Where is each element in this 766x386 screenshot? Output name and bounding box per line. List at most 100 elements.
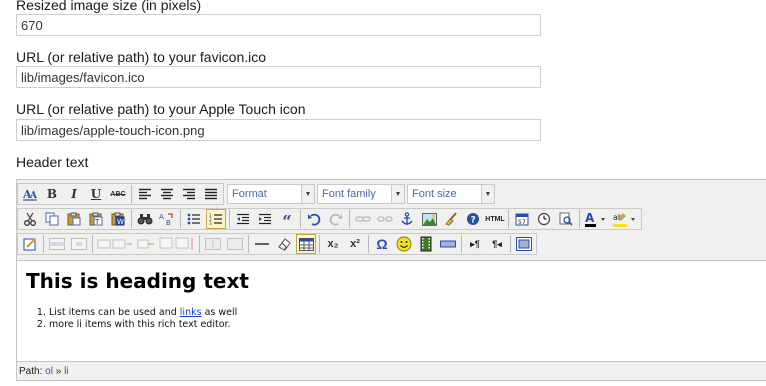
rich-text-editor: AA B I U ABC Format ▼ Font family ▼ Font… <box>16 179 766 381</box>
toolbar-separator <box>248 235 249 253</box>
align-center-button[interactable] <box>157 184 177 204</box>
resized-image-size-label: Resized image size (in pixels) <box>16 0 202 13</box>
background-color-button[interactable]: ab <box>611 209 639 229</box>
italic-button[interactable]: I <box>64 184 84 204</box>
insert-column-button[interactable] <box>158 234 196 254</box>
copy-button[interactable] <box>42 209 62 229</box>
insert-date-button[interactable]: 57 <box>512 209 532 229</box>
superscript-button[interactable]: x² <box>345 234 365 254</box>
list-item-text: as well <box>201 307 238 318</box>
binoculars-icon <box>137 214 153 225</box>
cleanup-button[interactable] <box>441 209 461 229</box>
list-item: more li items with this rich text editor… <box>49 319 237 331</box>
format-select[interactable]: Format ▼ <box>227 184 315 204</box>
toolbar-row-1: AA B I U ABC Format ▼ Font family ▼ Font… <box>17 182 497 206</box>
blockquote-button[interactable]: “ <box>277 209 297 232</box>
content-link[interactable]: links <box>180 307 202 318</box>
redo-button[interactable] <box>326 209 346 229</box>
anchor-button[interactable] <box>397 209 417 229</box>
underline-button[interactable]: U <box>86 184 106 204</box>
path-label: Path: <box>19 366 43 377</box>
font-family-select-label: Font family <box>322 188 376 200</box>
align-justify-button[interactable] <box>201 184 221 204</box>
toolbar-separator <box>508 210 509 228</box>
path-separator: » <box>55 366 62 377</box>
paste-button[interactable] <box>64 209 84 229</box>
text-color-button[interactable]: A <box>583 209 609 229</box>
outdent-button[interactable] <box>233 209 253 229</box>
insert-row-button[interactable] <box>96 234 134 254</box>
html-source-button[interactable]: HTML <box>485 209 505 229</box>
undo-button[interactable] <box>304 209 324 229</box>
font-size-select[interactable]: Font size ▼ <box>407 184 495 204</box>
content-heading: This is heading text <box>26 269 249 293</box>
special-char-button[interactable]: Ω <box>372 234 392 254</box>
split-cells-button[interactable] <box>203 234 223 254</box>
apple-touch-icon-url-input[interactable]: lib/images/apple-touch-icon.png <box>16 119 541 141</box>
subscript-button[interactable]: x₂ <box>323 234 343 254</box>
toolbar-separator <box>349 210 350 228</box>
indent-button[interactable] <box>255 209 275 229</box>
toolbar-row-3: x₂ x² Ω ▸¶ ¶◂ <box>17 232 540 256</box>
smiley-icon <box>396 236 412 252</box>
insert-time-button[interactable] <box>534 209 554 229</box>
delete-row-button[interactable] <box>136 234 156 254</box>
unlink-button[interactable] <box>375 209 395 229</box>
path-item-li[interactable]: li <box>64 366 68 377</box>
edit-element-button[interactable] <box>20 234 40 254</box>
styles-button[interactable]: AA <box>20 184 40 204</box>
rtl-button[interactable]: ¶◂ <box>487 234 507 254</box>
outdent-icon <box>237 213 249 225</box>
svg-text:A: A <box>159 213 164 221</box>
list-item: List items can be used and links as well <box>49 307 237 319</box>
help-button[interactable]: ? <box>463 209 483 229</box>
resized-image-size-input[interactable]: 670 <box>16 14 541 36</box>
list-item-text: more li items with this rich text editor… <box>49 319 231 330</box>
preview-button[interactable] <box>556 209 576 229</box>
chevron-down-icon: ▼ <box>391 185 404 203</box>
eraser-icon <box>278 238 291 251</box>
table-row-props-button[interactable] <box>47 234 67 254</box>
favicon-url-input[interactable]: lib/images/favicon.ico <box>16 66 541 88</box>
merge-cells-icon <box>227 238 243 250</box>
numbered-list-button[interactable]: 123 <box>206 209 226 229</box>
bullet-list-button[interactable] <box>184 209 204 229</box>
insert-table-button[interactable] <box>296 234 316 254</box>
tree-image-icon <box>421 212 437 226</box>
fullscreen-button[interactable] <box>514 234 534 254</box>
bold-button[interactable]: B <box>42 184 62 204</box>
svg-text:57: 57 <box>518 219 526 226</box>
paste-text-icon: T <box>89 212 103 226</box>
fullscreen-icon <box>516 237 532 251</box>
merge-cells-button[interactable] <box>225 234 245 254</box>
remove-format-button[interactable] <box>274 234 294 254</box>
table-cell-props-button[interactable] <box>69 234 89 254</box>
path-item-ol[interactable]: ol <box>45 366 53 377</box>
image-button[interactable] <box>419 209 439 229</box>
media-button[interactable] <box>416 234 436 254</box>
toolbar-separator <box>229 210 230 228</box>
page-break-icon <box>440 240 456 248</box>
list-item-text: List items can be used and <box>49 307 180 318</box>
align-right-button[interactable] <box>179 184 199 204</box>
strikethrough-button[interactable]: ABC <box>108 184 128 204</box>
cut-button[interactable] <box>20 209 40 229</box>
table-cell-icon <box>71 238 87 250</box>
paste-word-button[interactable]: W <box>108 209 128 229</box>
svg-text:B: B <box>166 219 171 226</box>
find-button[interactable] <box>135 209 155 229</box>
align-left-button[interactable] <box>135 184 155 204</box>
paste-text-button[interactable]: T <box>86 209 106 229</box>
horizontal-rule-button[interactable] <box>252 234 272 254</box>
editor-content-area[interactable]: This is heading text List items can be u… <box>17 260 766 362</box>
replace-button[interactable]: AB <box>157 209 177 229</box>
svg-text:A: A <box>585 211 595 225</box>
clipboard-icon <box>67 212 81 226</box>
align-center-icon <box>161 188 173 200</box>
link-button[interactable] <box>353 209 373 229</box>
page-break-button[interactable] <box>438 234 458 254</box>
emoticon-button[interactable] <box>394 234 414 254</box>
font-family-select[interactable]: Font family ▼ <box>317 184 405 204</box>
toolbar-separator <box>510 235 511 253</box>
ltr-button[interactable]: ▸¶ <box>465 234 485 254</box>
